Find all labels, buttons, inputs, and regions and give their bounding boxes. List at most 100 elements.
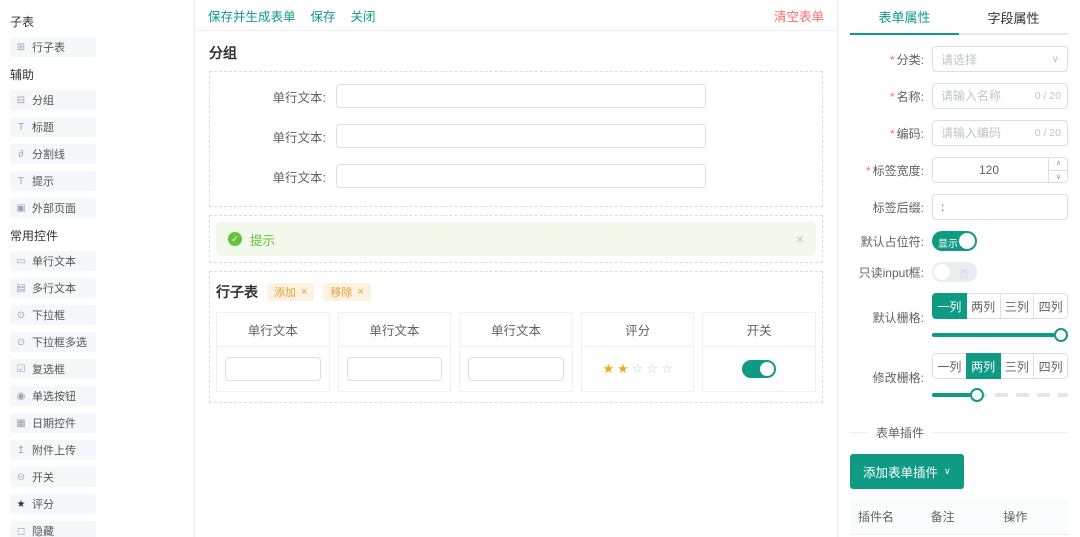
segment-option-one-col[interactable]: 一列 (932, 293, 967, 319)
single-line-text-input[interactable] (336, 84, 706, 108)
sidebar-item-label: 下拉框 (32, 307, 65, 323)
subtable-title: 行子表 (216, 282, 258, 302)
stepper-up-icon[interactable]: ∧ (1049, 157, 1068, 171)
textarea-icon: ▤ (15, 283, 27, 294)
star-empty-icon[interactable]: ☆ (661, 361, 673, 377)
star-filled-icon[interactable]: ★ (617, 361, 629, 377)
sidebar-item-tip[interactable]: T 提示 (10, 171, 96, 191)
tab-field-properties[interactable]: 字段属性 (959, 0, 1068, 35)
plugin-table-header: 插件名 备注 操作 (850, 499, 1068, 535)
close-icon[interactable]: × (301, 286, 307, 298)
segment-option-three-col[interactable]: 三列 (1000, 353, 1035, 379)
sidebar-item-single-line-text[interactable]: ▭ 单行文本 (10, 251, 96, 271)
remove-tag[interactable]: 移除 × (323, 283, 370, 301)
clear-form-button[interactable]: 清空表单 (774, 6, 824, 25)
field-label: 默认占位符: (861, 235, 924, 249)
save-button[interactable]: 保存 (311, 6, 336, 25)
design-canvas-column: 保存并生成表单 保存 关闭 清空表单 分组 单行文本: 单行文本: 单行文本: (195, 0, 838, 537)
tag-label: 移除 (330, 284, 352, 300)
star-filled-icon[interactable]: ★ (602, 361, 614, 377)
stepper-down-icon[interactable]: ∨ (1049, 171, 1068, 184)
sidebar-item-select[interactable]: ⊙ 下拉框 (10, 305, 96, 325)
modify-grid-slider[interactable] (932, 388, 1068, 402)
sidebar-item-multi-line-text[interactable]: ▤ 多行文本 (10, 278, 96, 298)
tip-widget[interactable]: ✓ 提示 × (209, 215, 823, 263)
sidebar-item-label: 提示 (32, 173, 54, 189)
default-grid-slider[interactable] (932, 328, 1068, 342)
segment-option-four-col[interactable]: 四列 (1033, 353, 1068, 379)
sidebar-item-label: 行子表 (32, 39, 65, 55)
placeholder-switch-toggle[interactable]: 显示 (932, 231, 977, 251)
sidebar-item-label: 评分 (32, 496, 54, 512)
sidebar-item-external-page[interactable]: ▣ 外部页面 (10, 198, 96, 218)
switch-off-label: 否 (959, 266, 969, 281)
button-label: 添加表单插件 (863, 462, 938, 481)
slider-handle[interactable] (1054, 328, 1068, 342)
segment-option-four-col[interactable]: 四列 (1033, 293, 1068, 319)
segment-option-one-col[interactable]: 一列 (932, 353, 967, 379)
star-empty-icon[interactable]: ☆ (632, 361, 644, 377)
required-mark: * (890, 53, 895, 67)
star-icon: ★ (15, 499, 27, 510)
add-tag[interactable]: 添加 × (267, 283, 314, 301)
chevron-down-icon: ∨ (944, 466, 951, 477)
sidebar-item-rating[interactable]: ★ 评分 (10, 494, 96, 514)
close-icon[interactable]: × (357, 286, 363, 298)
group-widget-title: 分组 (209, 43, 823, 63)
field-readonly-input: 只读input框: 否 (850, 262, 1068, 282)
field-label: 标签后缀: (873, 201, 924, 215)
tab-form-properties[interactable]: 表单属性 (850, 0, 959, 35)
required-mark: * (890, 127, 895, 141)
group-widget[interactable]: 单行文本: 单行文本: 单行文本: (209, 71, 823, 207)
single-line-text-input[interactable] (336, 164, 706, 188)
cell-switch-toggle[interactable] (742, 360, 776, 378)
sidebar-item-group[interactable]: ⊟ 分组 (10, 90, 96, 110)
sidebar-item-radio[interactable]: ◉ 单选按钮 (10, 386, 96, 406)
sidebar-item-hidden[interactable]: ◻ 隐藏 (10, 521, 96, 537)
save-and-generate-button[interactable]: 保存并生成表单 (208, 6, 296, 25)
group-icon: ⊟ (15, 95, 27, 106)
row-subtable-widget[interactable]: 行子表 添加 × 移除 × 单行文本 单 (209, 271, 823, 403)
sidebar-item-date[interactable]: ▦ 日期控件 (10, 413, 96, 433)
divider-title: 表单插件 (876, 424, 924, 441)
switch-icon: ⊝ (15, 472, 27, 483)
sidebar-item-title[interactable]: T 标题 (10, 117, 96, 137)
label-suffix-input[interactable] (932, 194, 1068, 220)
add-form-plugin-button[interactable]: 添加表单插件 ∨ (850, 454, 964, 489)
sidebar-item-multi-select[interactable]: ⊙ 下拉框多选 (10, 332, 96, 352)
cell-text-input[interactable] (225, 357, 321, 381)
subtable-column: 开关 (702, 312, 816, 392)
field-label: 修改栅格: (873, 371, 924, 385)
segment-option-two-col[interactable]: 两列 (966, 293, 1001, 319)
cell-text-input[interactable] (468, 357, 564, 381)
single-line-text-input[interactable] (336, 124, 706, 148)
sidebar-item-label: 复选框 (32, 361, 65, 377)
lock-icon: ◻ (15, 526, 27, 537)
close-icon[interactable]: × (796, 232, 804, 246)
slider-handle[interactable] (970, 388, 984, 402)
star-empty-icon[interactable]: ☆ (646, 361, 658, 377)
sidebar-item-label: 下拉框多选 (32, 334, 87, 350)
category-select[interactable]: 请选择 ∨ (932, 46, 1068, 72)
sidebar-item-row-subtable[interactable]: ⊞ 行子表 (10, 37, 96, 57)
cell-text-input[interactable] (347, 357, 443, 381)
checkbox-icon: ☑ (15, 364, 27, 375)
sidebar-item-upload[interactable]: ↥ 附件上传 (10, 440, 96, 460)
sidebar-item-label: 附件上传 (32, 442, 76, 458)
sidebar-item-label: 多行文本 (32, 280, 76, 296)
section-title-auxiliary: 辅助 (10, 66, 186, 83)
sidebar-item-label: 分组 (32, 92, 54, 108)
section-title-common: 常用控件 (10, 227, 186, 244)
upload-icon: ↥ (15, 445, 27, 456)
segment-option-two-col[interactable]: 两列 (966, 353, 1001, 379)
tag-label: 添加 (274, 284, 296, 300)
sidebar-item-switch[interactable]: ⊝ 开关 (10, 467, 96, 487)
rating-stars[interactable]: ★ ★ ☆ ☆ ☆ (602, 361, 672, 377)
readonly-switch-toggle[interactable]: 否 (932, 262, 977, 282)
close-button[interactable]: 关闭 (351, 6, 376, 25)
segment-option-three-col[interactable]: 三列 (1000, 293, 1035, 319)
sidebar-item-label: 外部页面 (32, 200, 76, 216)
sidebar-item-checkbox[interactable]: ☑ 复选框 (10, 359, 96, 379)
sidebar-item-divider[interactable]: ∂ 分割线 (10, 144, 96, 164)
field-default-placeholder: 默认占位符: 显示 (850, 231, 1068, 251)
